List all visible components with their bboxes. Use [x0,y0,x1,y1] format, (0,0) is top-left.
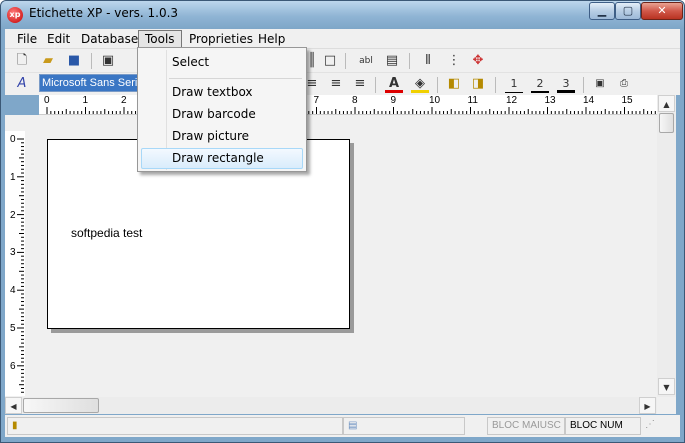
bring-front-icon[interactable]: ◧ [445,75,463,93]
menu-help[interactable]: Help [252,30,291,48]
toolbar-separator [409,53,410,69]
scroll-right-arrow-icon[interactable]: ▶ [639,397,656,414]
status-num-lock: BLOC NUM [565,417,641,435]
textbox-tool-icon[interactable]: abl [357,52,375,70]
toolbar-separator [91,53,92,69]
main-toolbar: 🗋 ▰ ■ ▣ ║ □ abl ▤ ⦀ ⋮ ✥ [5,49,680,73]
status-caps-lock: BLOC MAIUSC [487,417,565,435]
ruler-number: 9 [390,95,397,106]
page-setup-icon[interactable]: ▣ [99,52,117,70]
barcode-settings-icon[interactable]: ⦀ [419,52,437,70]
scroll-corner [657,397,676,414]
toolbar-separator [345,53,346,69]
snap-grid-icon[interactable]: ✥ [469,52,487,70]
tools-menu-dropdown: Select Draw textbox Draw barcode Draw pi… [137,47,307,172]
ruler-number: 11 [467,95,478,106]
ruler-ticks [46,107,656,114]
border-3-icon[interactable]: 3 [557,75,575,93]
window-title: Etichette XP - vers. 1.0.3 [29,6,179,20]
menu-item-draw-barcode[interactable]: Draw barcode [141,104,303,125]
ruler-number: 8 [352,95,358,106]
ruler-number: 13 [544,95,556,106]
scroll-down-arrow-icon[interactable]: ▼ [658,378,675,395]
vertical-ruler-number: 4 [10,285,16,297]
toolbar-separator [375,77,376,93]
format-toolbar: A Microsoft Sans Serif ≡ ≡ ≡ A ◈ ◧ ◨ 1 2… [5,73,680,95]
vertical-scroll-thumb[interactable] [659,113,674,133]
vertical-ruler-number: 3 [10,247,16,259]
border-2-icon[interactable]: 2 [531,75,549,93]
ruler-number: 2 [121,95,127,106]
new-file-icon[interactable]: 🗋 [13,52,31,70]
vertical-ruler-ticks [17,138,24,393]
menu-proprieties[interactable]: Proprieties [183,30,259,48]
menu-bar: File Edit Database Tools Proprieties Hel… [5,29,680,49]
rectangle-tool-icon[interactable]: □ [321,52,339,70]
print-preview-icon[interactable]: ⎙ [615,75,633,93]
app-logo-icon: xp [7,7,23,23]
send-back-icon[interactable]: ◨ [469,75,487,93]
status-db-icon: ▮ [7,417,343,435]
scroll-left-arrow-icon[interactable]: ◀ [5,397,22,414]
vertical-ruler-number: 6 [10,360,16,372]
menu-item-draw-picture[interactable]: Draw picture [141,126,303,147]
align-right-icon[interactable]: ≡ [351,75,369,93]
vertical-ruler: 0 1 2 3 4 5 6 [5,131,25,396]
border-1-icon[interactable]: 1 [505,75,523,93]
text-color-icon[interactable]: A [385,75,403,93]
font-name-select[interactable]: Microsoft Sans Serif [39,74,141,92]
open-folder-icon[interactable]: ▰ [39,52,57,70]
horizontal-scroll-thumb[interactable] [23,398,99,413]
ruler-number: 10 [429,95,441,106]
ruler-number: 14 [583,95,595,106]
vertical-ruler-number: 1 [10,171,16,183]
app-window: xp Etichette XP - vers. 1.0.3 ▁ ▢ ✕ File… [0,0,685,443]
menu-item-draw-rectangle[interactable]: Draw rectangle [141,148,303,169]
menu-file[interactable]: File [11,30,43,48]
font-icon[interactable]: A [13,75,31,93]
vertical-scrollbar[interactable]: ▲ ▼ [657,95,676,397]
ruler-number: 15 [621,95,633,106]
toolbar-separator [583,77,584,93]
picture-tool-icon[interactable]: ▤ [383,52,401,70]
vertical-ruler-number: 2 [10,209,16,221]
menu-edit[interactable]: Edit [41,30,76,48]
close-button[interactable]: ✕ [641,2,683,20]
toolbar-separator [437,77,438,93]
ruler-number: 7 [313,95,320,106]
save-disk-icon[interactable]: ■ [65,52,83,70]
label-textbox[interactable]: softpedia test [71,226,142,240]
menu-database[interactable]: Database [75,30,144,48]
minimize-button[interactable]: ▁ [589,2,615,20]
vertical-ruler-number: 5 [10,323,16,334]
align-justify-icon[interactable]: ≡ [327,75,345,93]
toolbar-separator [495,77,496,93]
ruler-number: 0 [44,95,50,106]
menu-tools[interactable]: Tools [138,30,182,48]
horizontal-ruler: 012345678910111213141516 [39,95,671,115]
resize-grip-icon[interactable]: ⋰ [641,417,678,435]
text-box-style-icon[interactable]: ▣ [591,75,609,93]
grid-icon[interactable]: ⋮ [445,52,463,70]
horizontal-scrollbar[interactable]: ◀ ▶ [5,397,657,414]
fill-color-icon[interactable]: ◈ [411,75,429,93]
menu-item-draw-textbox[interactable]: Draw textbox [141,82,303,103]
menu-item-select[interactable]: Select [141,52,303,73]
maximize-button[interactable]: ▢ [615,2,641,20]
ruler-number: 12 [506,95,518,106]
title-bar[interactable]: xp Etichette XP - vers. 1.0.3 ▁ ▢ ✕ [1,1,684,29]
vertical-ruler-number: 0 [10,134,16,145]
ruler-number: 1 [82,95,89,106]
menu-separator [169,78,302,79]
scroll-up-arrow-icon[interactable]: ▲ [658,95,675,112]
status-bar: ▮ ▤ BLOC MAIUSC BLOC NUM ⋰ [5,415,680,437]
status-doc-icon: ▤ [343,417,465,435]
